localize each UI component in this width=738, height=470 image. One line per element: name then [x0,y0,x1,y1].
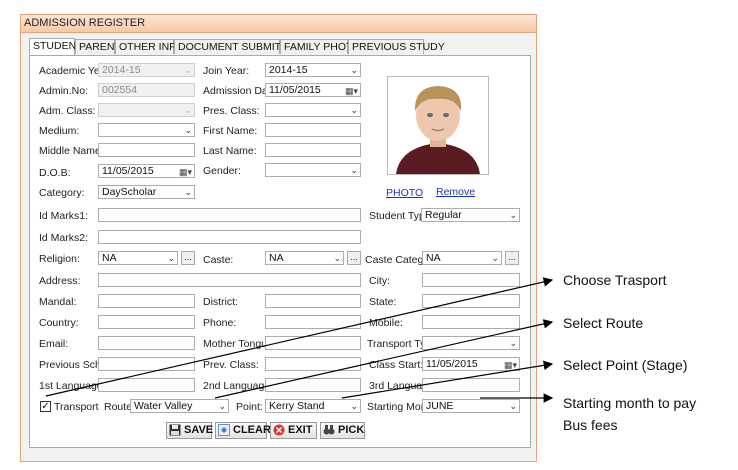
note-starting-month-line2: Bus fees [563,417,618,433]
note-starting-month-line1: Starting month to pay [563,395,697,411]
note-choose-transport: Choose Trasport [563,272,667,288]
arrow-route [214,319,554,399]
arrow-point [341,360,554,399]
note-select-route: Select Route [563,315,644,331]
note-select-point: Select Point (Stage) [563,357,688,373]
